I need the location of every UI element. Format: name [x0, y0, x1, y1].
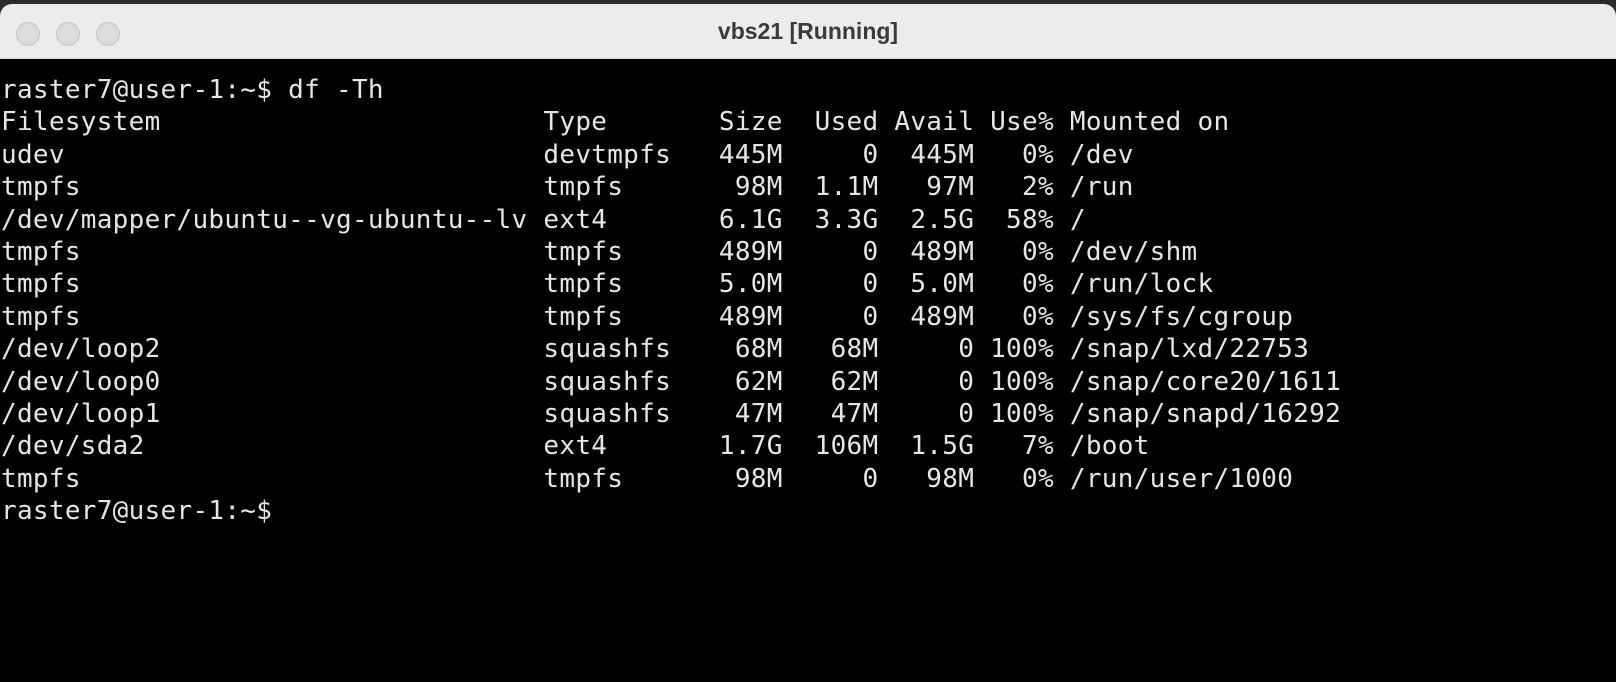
- df-row: tmpfs tmpfs 5.0M 0 5.0M 0% /run/lock: [1, 269, 1214, 300]
- window-title: vbs21 [Running]: [717, 18, 899, 44]
- text-cursor: [288, 519, 302, 523]
- df-row: /dev/loop0 squashfs 62M 62M 0 100% /snap…: [1, 366, 1342, 397]
- command-line: raster7@user-1:~$ df -Th: [1, 75, 384, 105]
- df-row: tmpfs tmpfs 98M 1.1M 97M 2% /run: [1, 172, 1134, 203]
- df-row: /dev/mapper/ubuntu--vg-ubuntu--lv ext4 6…: [1, 204, 1086, 235]
- df-row: udev devtmpfs 445M 0 445M 0% /dev: [1, 139, 1134, 170]
- vm-window: vbs21 [Running] raster7@user-1:~$ df -Th…: [0, 4, 1616, 682]
- df-row: tmpfs tmpfs 489M 0 489M 0% /sys/fs/cgrou…: [1, 301, 1294, 332]
- df-row: /dev/sda2 ext4 1.7G 106M 1.5G 7% /boot: [1, 431, 1150, 462]
- terminal-screen[interactable]: raster7@user-1:~$ df -Th Filesystem Type…: [0, 70, 1616, 682]
- title-bar[interactable]: vbs21 [Running]: [0, 4, 1616, 59]
- df-header-row: Filesystem Type Size Used Avail Use% Mou…: [1, 107, 1230, 138]
- shell-prompt: raster7@user-1:~$: [1, 496, 289, 527]
- df-row: /dev/loop1 squashfs 47M 47M 0 100% /snap…: [1, 398, 1342, 429]
- df-row: tmpfs tmpfs 98M 0 98M 0% /run/user/1000: [1, 463, 1294, 494]
- df-row: /dev/loop2 squashfs 68M 68M 0 100% /snap…: [1, 334, 1310, 365]
- df-row: tmpfs tmpfs 489M 0 489M 0% /dev/shm: [1, 236, 1198, 267]
- prompt-line[interactable]: raster7@user-1:~$: [1, 495, 1616, 527]
